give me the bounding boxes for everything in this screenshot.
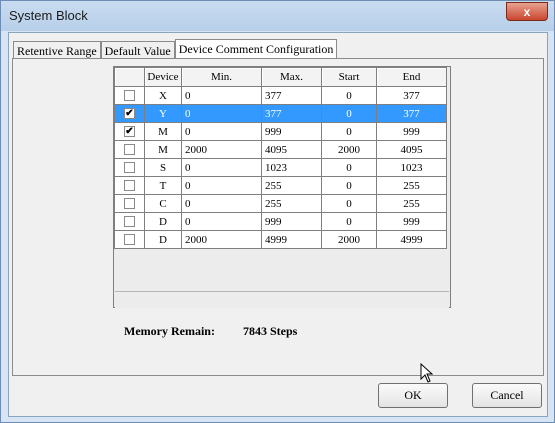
memory-remain-label: Memory Remain:: [124, 324, 215, 338]
end-cell[interactable]: 4095: [376, 140, 447, 159]
checkbox[interactable]: [124, 162, 135, 174]
device-cell[interactable]: C: [144, 194, 182, 213]
row-checkbox-cell[interactable]: [114, 86, 145, 105]
grid-footer-bar: [115, 291, 449, 308]
min-cell[interactable]: 0: [181, 86, 262, 105]
start-cell[interactable]: 0: [321, 158, 377, 177]
row-checkbox-cell[interactable]: [114, 230, 145, 249]
tab-strip: Retentive Range Default Value Device Com…: [13, 39, 338, 60]
max-cell[interactable]: 999: [261, 212, 322, 231]
title-bar[interactable]: System Block x: [1, 1, 554, 31]
checkbox-checked[interactable]: ✔: [124, 126, 135, 138]
end-cell[interactable]: 377: [376, 104, 447, 123]
checkbox[interactable]: [124, 90, 135, 102]
end-cell[interactable]: 999: [376, 212, 447, 231]
min-cell[interactable]: 2000: [181, 140, 262, 159]
end-cell[interactable]: 255: [376, 176, 447, 195]
dialog-client-area: Retentive Range Default Value Device Com…: [8, 32, 548, 417]
start-cell[interactable]: 0: [321, 104, 377, 123]
max-cell[interactable]: 1023: [261, 158, 322, 177]
header-end[interactable]: End: [376, 67, 447, 87]
table-row[interactable]: ✔ M 0 999 0 999: [114, 122, 447, 141]
row-checkbox-cell[interactable]: ✔: [114, 104, 145, 123]
close-icon: x: [523, 5, 531, 19]
window-title: System Block: [9, 8, 88, 23]
table-row[interactable]: S 0 1023 0 1023: [114, 158, 447, 177]
table-row[interactable]: X 0 377 0 377: [114, 86, 447, 105]
min-cell[interactable]: 0: [181, 122, 262, 141]
checkbox[interactable]: [124, 180, 135, 192]
row-checkbox-cell[interactable]: [114, 158, 145, 177]
row-checkbox-cell[interactable]: [114, 212, 145, 231]
header-max[interactable]: Max.: [261, 67, 322, 87]
max-cell[interactable]: 377: [261, 86, 322, 105]
header-device[interactable]: Device: [144, 67, 182, 87]
end-cell[interactable]: 4999: [376, 230, 447, 249]
checkbox[interactable]: [124, 216, 135, 228]
header-min[interactable]: Min.: [181, 67, 262, 87]
end-cell[interactable]: 1023: [376, 158, 447, 177]
min-cell[interactable]: 0: [181, 194, 262, 213]
tab-device-comment-configuration[interactable]: Device Comment Configuration: [174, 39, 338, 60]
device-cell[interactable]: T: [144, 176, 182, 195]
start-cell[interactable]: 0: [321, 212, 377, 231]
checkbox[interactable]: [124, 144, 135, 156]
device-cell[interactable]: S: [144, 158, 182, 177]
max-cell[interactable]: 255: [261, 194, 322, 213]
tab-panel: Device Min. Max. Start End X 0 377 0 377 ✔ Y 0 3…: [12, 58, 544, 376]
checkbox[interactable]: [124, 234, 135, 246]
table-row[interactable]: M 2000 4095 2000 4095: [114, 140, 447, 159]
min-cell[interactable]: 2000: [181, 230, 262, 249]
row-checkbox-cell[interactable]: [114, 194, 145, 213]
table-row[interactable]: T 0 255 0 255: [114, 176, 447, 195]
ok-button[interactable]: OK: [378, 383, 448, 408]
min-cell[interactable]: 0: [181, 104, 262, 123]
checkbox[interactable]: [124, 198, 135, 210]
start-cell[interactable]: 2000: [321, 230, 377, 249]
end-cell[interactable]: 255: [376, 194, 447, 213]
min-cell[interactable]: 0: [181, 212, 262, 231]
system-block-dialog: System Block x Retentive Range Default V…: [0, 0, 555, 423]
max-cell[interactable]: 999: [261, 122, 322, 141]
device-cell[interactable]: M: [144, 140, 182, 159]
table-row[interactable]: D 2000 4999 2000 4999: [114, 230, 447, 249]
header-start[interactable]: Start: [321, 67, 377, 87]
close-button[interactable]: x: [506, 2, 548, 21]
max-cell[interactable]: 4999: [261, 230, 322, 249]
table-body: X 0 377 0 377 ✔ Y 0 377 0 377 ✔ M 0 999 0 999 M 2000 4095 20…: [114, 86, 447, 249]
end-cell[interactable]: 999: [376, 122, 447, 141]
start-cell[interactable]: 0: [321, 86, 377, 105]
start-cell[interactable]: 2000: [321, 140, 377, 159]
table-row[interactable]: C 0 255 0 255: [114, 194, 447, 213]
device-cell[interactable]: M: [144, 122, 182, 141]
device-table: Device Min. Max. Start End X 0 377 0 377 ✔ Y 0 3…: [114, 67, 447, 249]
start-cell[interactable]: 0: [321, 194, 377, 213]
min-cell[interactable]: 0: [181, 158, 262, 177]
start-cell[interactable]: 0: [321, 176, 377, 195]
start-cell[interactable]: 0: [321, 122, 377, 141]
row-checkbox-cell[interactable]: [114, 176, 145, 195]
device-cell[interactable]: Y: [144, 104, 182, 123]
mouse-pointer-icon: [420, 363, 434, 383]
table-row[interactable]: D 0 999 0 999: [114, 212, 447, 231]
device-cell[interactable]: D: [144, 212, 182, 231]
checkbox-checked[interactable]: ✔: [124, 108, 135, 120]
max-cell[interactable]: 255: [261, 176, 322, 195]
max-cell[interactable]: 377: [261, 104, 322, 123]
end-cell[interactable]: 377: [376, 86, 447, 105]
cancel-button[interactable]: Cancel: [472, 383, 542, 408]
row-checkbox-cell[interactable]: ✔: [114, 122, 145, 141]
device-cell[interactable]: X: [144, 86, 182, 105]
table-header-row: Device Min. Max. Start End: [114, 67, 447, 87]
memory-remain-value: 7843 Steps: [243, 324, 298, 338]
row-checkbox-cell[interactable]: [114, 140, 145, 159]
min-cell[interactable]: 0: [181, 176, 262, 195]
device-grid: Device Min. Max. Start End X 0 377 0 377 ✔ Y 0 3…: [113, 66, 451, 308]
device-cell[interactable]: D: [144, 230, 182, 249]
table-row[interactable]: ✔ Y 0 377 0 377: [114, 104, 447, 123]
header-check: [114, 67, 145, 87]
max-cell[interactable]: 4095: [261, 140, 322, 159]
